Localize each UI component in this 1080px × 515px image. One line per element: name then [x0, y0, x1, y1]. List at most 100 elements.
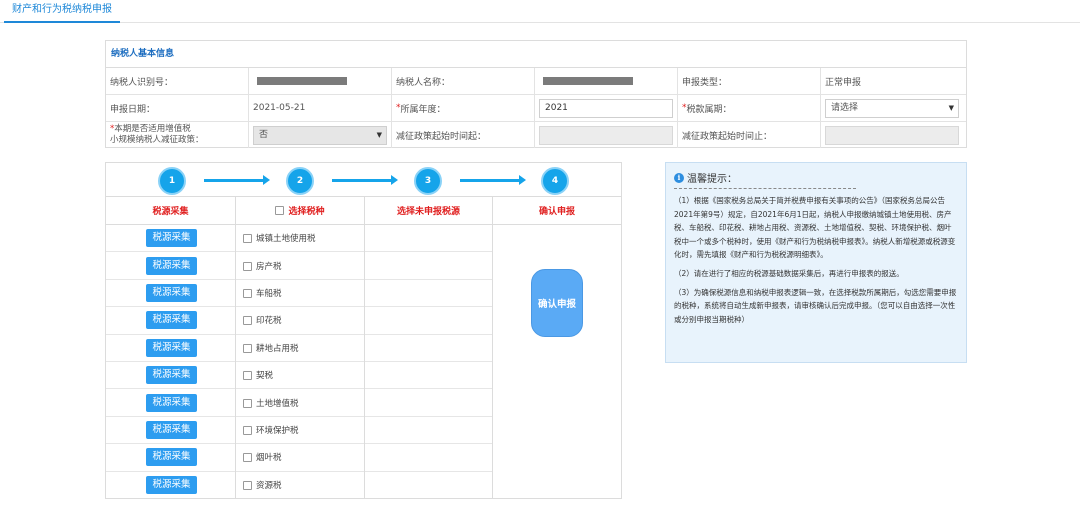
- tip-paragraph-3: （3）为确保税源信息和纳税申报表逻辑一致，在选择税款所属期后，勾选您需要申报的税…: [674, 287, 957, 324]
- collect-button[interactable]: 税源采集: [146, 229, 197, 248]
- tax-checkbox[interactable]: [243, 398, 252, 408]
- tax-item-label: 资源税: [256, 481, 282, 492]
- collect-button[interactable]: 税源采集: [146, 393, 197, 412]
- tips-title: i 温馨提示：: [674, 170, 856, 189]
- step-4-circle: 4: [541, 167, 569, 195]
- list-item: 城镇土地使用税: [236, 225, 364, 253]
- confirm-column-title: 确认申报: [493, 197, 621, 225]
- tax-item-label: 城镇土地使用税: [256, 234, 316, 245]
- tip-paragraph-2: （2）请在进行了相应的税源基础数据采集后，再进行申报表的报送。: [674, 268, 904, 278]
- list-item: [365, 444, 492, 472]
- unreported-source-column-title: 选择未申报税源: [365, 197, 492, 225]
- tax-item-label: 土地增值税: [256, 398, 299, 409]
- year-label-text: 所属年度：: [400, 104, 446, 115]
- unreported-source-column: 选择未申报税源: [365, 197, 493, 498]
- step-2-circle: 2: [286, 167, 314, 195]
- list-item: [365, 389, 492, 417]
- year-cell: 2021: [535, 95, 678, 121]
- list-item: [365, 280, 492, 308]
- select-all-checkbox[interactable]: [275, 206, 285, 215]
- collect-button[interactable]: 税源采集: [146, 338, 197, 357]
- year-input[interactable]: 2021: [539, 98, 673, 118]
- confirm-declare-button[interactable]: 确认申报: [531, 269, 583, 337]
- step-indicator: 1 2 3 4: [106, 163, 621, 197]
- start-time-cell: [535, 122, 678, 148]
- select-tax-column-title: 选择税种: [236, 197, 364, 225]
- list-item: 房产税: [236, 252, 364, 280]
- policy-cell: 否 ▼: [249, 122, 392, 148]
- tax-checkbox[interactable]: [243, 316, 252, 326]
- tax-item-label: 车船税: [256, 288, 282, 299]
- declare-type-label: 申报类型：: [678, 68, 821, 94]
- collect-column: 税源采集 税源采集 税源采集 税源采集 税源采集 税源采集 税源采集 税源采集 …: [106, 197, 236, 498]
- list-item: [365, 417, 492, 445]
- list-item: 税源采集: [106, 307, 235, 335]
- list-item: 税源采集: [106, 472, 235, 499]
- tax-checkbox[interactable]: [243, 481, 252, 491]
- collect-button[interactable]: 税源采集: [146, 311, 197, 330]
- collect-column-title: 税源采集: [106, 197, 235, 225]
- info-row-3: *本期是否适用增值税 小规模纳税人减征政策： 否 ▼ 减征政策起始时间起： 减征政…: [106, 122, 966, 148]
- policy-label-line2: 小规模纳税人减征政策：: [110, 135, 204, 145]
- list-item: 税源采集: [106, 417, 235, 445]
- list-item: 税源采集: [106, 225, 235, 253]
- info-row-2: 申报日期： 2021-05-21 * 所属年度： 2021 * 税款属期： 请选择 ▼: [106, 95, 966, 122]
- steps-panel: 1 2 3 4 税源采集 税源采集 税源采集 税源采集 税源采集 税源采集 税源…: [105, 162, 622, 499]
- declare-date-value: 2021-05-21: [249, 95, 392, 121]
- step-3-circle: 3: [414, 167, 442, 195]
- collect-button[interactable]: 税源采集: [146, 256, 197, 275]
- collect-button[interactable]: 税源采集: [146, 366, 197, 385]
- list-item: [365, 362, 492, 390]
- start-time-input[interactable]: [539, 125, 673, 145]
- redacted-mask: [543, 77, 633, 85]
- info-icon: i: [674, 172, 684, 183]
- step-arrow-icon: [460, 175, 526, 185]
- select-tax-title-text: 选择税种: [288, 207, 325, 217]
- tax-item-label: 印花税: [256, 316, 282, 327]
- tax-item-label: 环境保护税: [256, 425, 299, 436]
- tax-checkbox[interactable]: [243, 453, 252, 463]
- period-select[interactable]: 请选择 ▼: [825, 98, 959, 118]
- policy-select[interactable]: 否 ▼: [253, 125, 387, 145]
- collect-button[interactable]: 税源采集: [146, 420, 197, 439]
- tax-checkbox[interactable]: [243, 288, 252, 298]
- tax-checkbox[interactable]: [243, 343, 252, 353]
- tax-item-label: 契税: [256, 371, 274, 382]
- tax-checkbox[interactable]: [243, 261, 252, 271]
- collect-button[interactable]: 税源采集: [146, 283, 197, 302]
- policy-label-line1: 本期是否适用增值税: [114, 124, 191, 134]
- list-item: 印花税: [236, 307, 364, 335]
- period-label-text: 税款属期：: [686, 104, 732, 115]
- taxpayer-name-value: [535, 68, 678, 94]
- confirm-column: 确认申报 确认申报: [493, 197, 621, 498]
- policy-label: *本期是否适用增值税 小规模纳税人减征政策：: [106, 122, 249, 148]
- end-time-input[interactable]: [825, 125, 959, 145]
- tax-item-label: 房产税: [256, 261, 282, 272]
- select-tax-column: 选择税种 城镇土地使用税 房产税 车船税 印花税 耕地占用税 契税 土地增值税 …: [236, 197, 365, 498]
- tab-bar: 财产和行为税纳税申报: [0, 0, 1080, 23]
- tax-item-label: 烟叶税: [256, 453, 282, 464]
- period-select-value: 请选择: [831, 102, 859, 113]
- tax-checkbox[interactable]: [243, 425, 252, 435]
- list-item: 税源采集: [106, 362, 235, 390]
- declare-date-label: 申报日期：: [106, 95, 249, 121]
- collect-button[interactable]: 税源采集: [146, 476, 197, 495]
- info-panel-title: 纳税人基本信息: [106, 41, 966, 68]
- tip-paragraph-1: （1）根据《国家税务总局关于简并税费申报有关事项的公告》（国家税务总局公告202…: [674, 196, 956, 260]
- list-item: 税源采集: [106, 335, 235, 362]
- tips-panel: i 温馨提示： （1）根据《国家税务总局关于简并税费申报有关事项的公告》（国家税…: [665, 162, 967, 363]
- list-item: [365, 335, 492, 362]
- list-item: 耕地占用税: [236, 335, 364, 362]
- list-item: [365, 252, 492, 280]
- taxpayer-info-panel: 纳税人基本信息 纳税人识别号： 纳税人名称： 申报类型： 正常申报 申报日期： …: [105, 40, 967, 148]
- taxpayer-id-value: [249, 68, 392, 94]
- period-label: * 税款属期：: [678, 95, 821, 121]
- declare-type-value: 正常申报: [825, 77, 862, 88]
- dropdown-arrow-icon: ▼: [376, 130, 382, 139]
- tax-item-label: 耕地占用税: [256, 343, 299, 354]
- collect-button[interactable]: 税源采集: [146, 448, 197, 467]
- tips-title-text: 温馨提示：: [687, 174, 737, 185]
- tax-checkbox[interactable]: [243, 234, 252, 244]
- tax-checkbox[interactable]: [243, 371, 252, 381]
- tab-property-behavior-tax[interactable]: 财产和行为税纳税申报: [4, 0, 120, 23]
